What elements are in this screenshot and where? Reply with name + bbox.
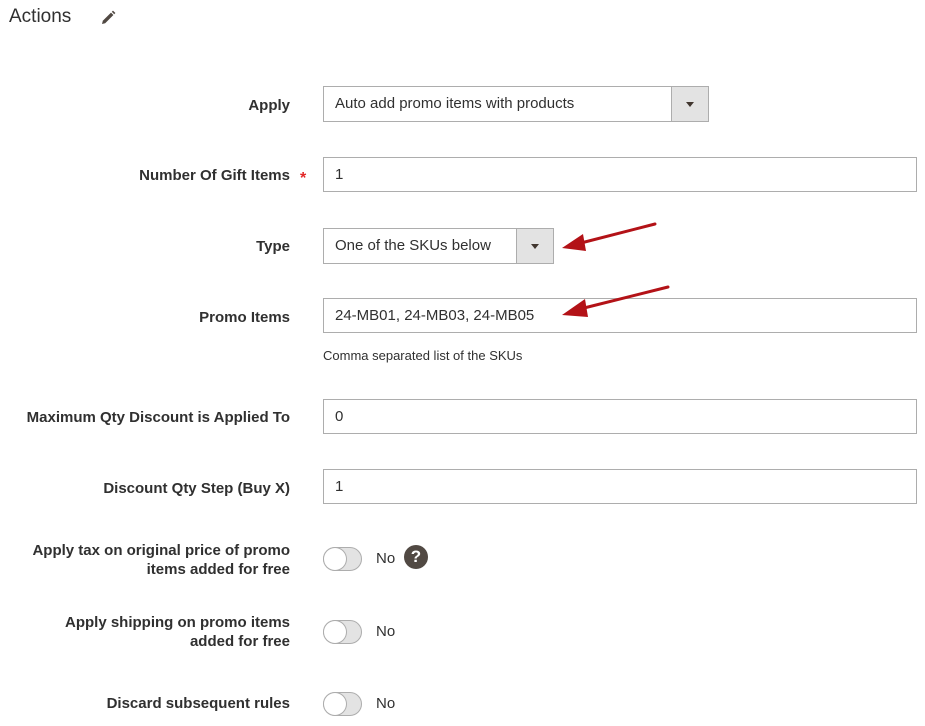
pencil-icon[interactable] (99, 9, 117, 27)
discard-rules-toggle[interactable] (323, 692, 362, 716)
promo-items-input[interactable] (323, 298, 917, 333)
gift-items-input[interactable] (323, 157, 917, 192)
promo-items-note: Comma separated list of the SKUs (323, 348, 523, 363)
apply-shipping-toggle[interactable] (323, 620, 362, 644)
required-asterisk: * (300, 170, 307, 187)
toggle-knob (324, 693, 346, 715)
max-qty-label: Maximum Qty Discount is Applied To (26, 409, 290, 426)
gift-items-label: Number Of Gift Items (139, 167, 290, 184)
apply-shipping-label: Apply shipping on promo items added for … (5, 613, 290, 651)
apply-tax-toggle[interactable] (323, 547, 362, 571)
help-icon[interactable]: ? (404, 545, 428, 569)
apply-tax-label-line1: Apply tax on original price of promo (32, 542, 290, 559)
apply-shipping-state: No (376, 623, 396, 640)
apply-tax-label-line2: items added for free (146, 561, 290, 578)
red-arrow-icon (562, 222, 657, 251)
apply-select-value: Auto add promo items with products (335, 95, 575, 112)
apply-shipping-label-line2: added for free (189, 633, 290, 650)
apply-tax-label: Apply tax on original price of promo ite… (5, 541, 290, 579)
qty-step-label: Discount Qty Step (Buy X) (103, 480, 290, 497)
toggle-knob (324, 548, 346, 570)
discard-rules-state: No (376, 695, 396, 712)
chevron-down-icon[interactable] (671, 87, 708, 121)
section-title: Actions (9, 6, 72, 27)
type-select-value: One of the SKUs below (335, 237, 491, 254)
promo-items-label: Promo Items (199, 309, 290, 326)
discard-rules-label: Discard subsequent rules (106, 695, 290, 712)
qty-step-input[interactable] (323, 469, 917, 504)
max-qty-input[interactable] (323, 399, 917, 434)
toggle-knob (324, 621, 346, 643)
type-label: Type (256, 238, 290, 255)
apply-tax-state: No (376, 550, 396, 567)
type-select[interactable]: One of the SKUs below (323, 228, 554, 264)
chevron-down-icon[interactable] (516, 229, 553, 263)
apply-select[interactable]: Auto add promo items with products (323, 86, 709, 122)
apply-shipping-label-line1: Apply shipping on promo items (65, 614, 290, 631)
apply-label: Apply (248, 97, 290, 114)
